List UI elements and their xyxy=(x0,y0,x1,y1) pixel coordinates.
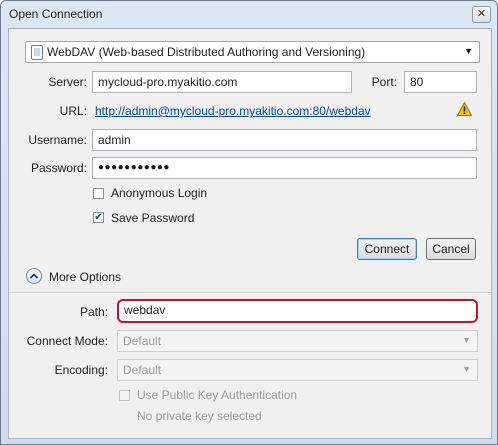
encoding-dropdown[interactable]: Default ▼ xyxy=(117,359,478,381)
close-button[interactable]: ✕ xyxy=(472,6,491,23)
separator xyxy=(9,292,491,294)
public-key-checkbox[interactable] xyxy=(119,390,130,401)
server-input[interactable]: mycloud-pro.myakitio.com xyxy=(92,71,352,93)
chevron-up-icon xyxy=(29,273,39,279)
anonymous-login-label: Anonymous Login xyxy=(111,186,208,200)
chevron-down-icon: ▼ xyxy=(462,364,471,374)
more-options-toggle[interactable] xyxy=(26,268,42,284)
path-input[interactable]: webdav xyxy=(117,299,478,323)
window-title: Open Connection xyxy=(9,7,103,21)
url-label: URL: xyxy=(59,104,87,118)
url-link[interactable]: http://admin@mycloud-pro.myakitio.com:80… xyxy=(95,104,371,118)
save-password-label: Save Password xyxy=(111,211,195,225)
public-key-label: Use Public Key Authentication xyxy=(137,388,298,402)
password-label: Password: xyxy=(30,161,87,175)
connect-mode-dropdown[interactable]: Default ▼ xyxy=(117,330,478,352)
port-label: Port: xyxy=(371,75,397,89)
protocol-dropdown[interactable]: WebDAV (Web-based Distributed Authoring … xyxy=(25,41,480,63)
more-options-label[interactable]: More Options xyxy=(49,270,121,284)
encoding-value: Default xyxy=(123,363,162,377)
connect-mode-value: Default xyxy=(123,334,162,348)
username-input[interactable]: admin xyxy=(92,129,477,151)
connect-mode-label: Connect Mode: xyxy=(26,334,108,348)
anonymous-login-checkbox[interactable] xyxy=(93,188,104,199)
title-bar: Open Connection ✕ xyxy=(1,1,497,27)
port-input[interactable]: 80 xyxy=(404,71,477,93)
username-label: Username: xyxy=(28,133,87,147)
server-label: Server: xyxy=(48,75,87,89)
dialog-body: WebDAV (Web-based Distributed Authoring … xyxy=(8,28,492,439)
save-password-checkbox[interactable]: ✔ xyxy=(93,212,104,223)
password-input[interactable]: ●●●●●●●●●●● xyxy=(92,157,477,179)
chevron-down-icon: ▼ xyxy=(462,335,471,345)
private-key-status: No private key selected xyxy=(137,409,262,423)
protocol-selected-value: WebDAV (Web-based Distributed Authoring … xyxy=(47,45,366,59)
path-label: Path: xyxy=(79,305,108,319)
connect-button[interactable]: Connect xyxy=(357,238,417,260)
warning-icon xyxy=(457,102,472,116)
chevron-down-icon: ▼ xyxy=(464,46,473,56)
webdav-protocol-icon xyxy=(31,45,43,60)
cancel-button[interactable]: Cancel xyxy=(426,238,476,260)
open-connection-dialog: Open Connection ✕ WebDAV (Web-based Dist… xyxy=(0,0,498,445)
encoding-label: Encoding: xyxy=(54,363,108,377)
